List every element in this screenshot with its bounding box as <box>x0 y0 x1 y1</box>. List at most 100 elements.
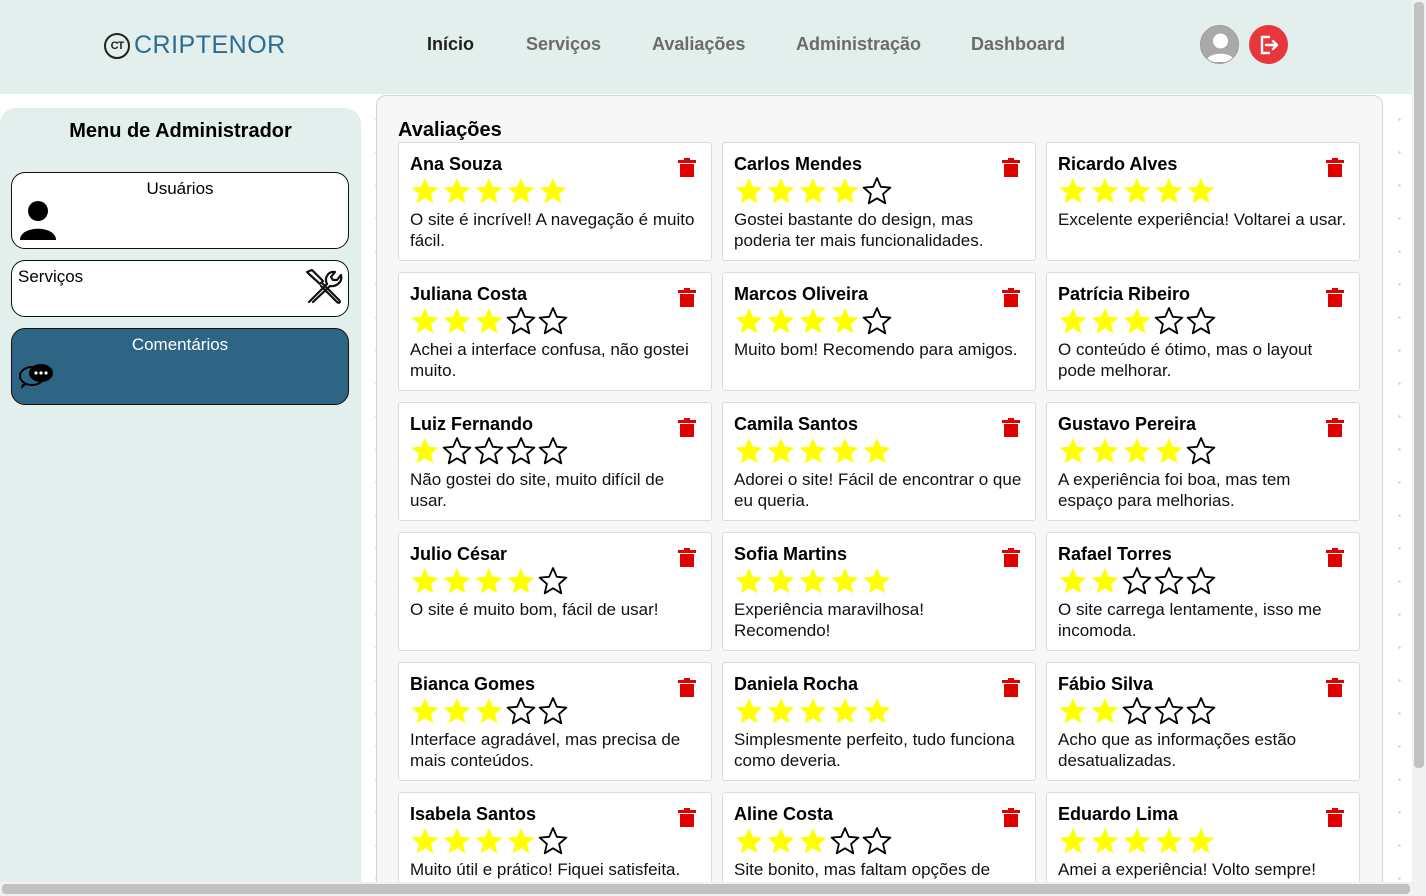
star-filled-icon <box>767 178 795 204</box>
review-card: Luiz Fernando Não gostei do site, muito d… <box>398 402 712 521</box>
review-card: Patrícia Ribeiro O conteúdo é ótimo, mas … <box>1046 272 1360 391</box>
review-comment: Experiência maravilhosa! Recomendo! <box>734 600 924 640</box>
reviewer-name: Ricardo Alves <box>1058 154 1178 174</box>
star-filled-icon <box>475 828 503 854</box>
star-filled-icon <box>1091 828 1119 854</box>
reviewer-name: Juliana Costa <box>410 284 528 304</box>
review-comment: O conteúdo é ótimo, mas o layout pode me… <box>1058 340 1313 380</box>
horizontal-scrollbar[interactable] <box>0 882 1426 896</box>
star-filled-icon <box>767 308 795 334</box>
delete-trash-icon[interactable] <box>677 288 697 308</box>
review-comment: Amei a experiência! Volto sempre! <box>1058 860 1316 879</box>
star-rating <box>410 436 700 466</box>
star-filled-icon <box>539 178 567 204</box>
sidebar-item-label: Usuários <box>146 179 214 198</box>
reviewer-name: Bianca Gomes <box>410 674 536 694</box>
nav-inicio[interactable]: Início <box>427 34 474 55</box>
star-empty-icon <box>506 307 536 335</box>
star-filled-icon <box>735 308 763 334</box>
horizontal-scrollbar-thumb[interactable] <box>2 884 1410 894</box>
delete-trash-icon[interactable] <box>1325 678 1345 698</box>
review-comment: Interface agradável, mas precisa de mais… <box>410 730 681 770</box>
star-empty-icon <box>1154 697 1184 725</box>
star-filled-icon <box>767 568 795 594</box>
star-empty-icon <box>1154 307 1184 335</box>
delete-trash-icon[interactable] <box>677 678 697 698</box>
brand-logo[interactable]: CT CRIPTENOR <box>104 31 286 60</box>
sidebar-item-usuarios[interactable]: Usuários <box>11 172 349 249</box>
star-filled-icon <box>411 178 439 204</box>
user-icon <box>20 201 56 240</box>
delete-trash-icon[interactable] <box>1325 808 1345 828</box>
star-filled-icon <box>1059 308 1087 334</box>
user-avatar-icon[interactable] <box>1200 25 1239 64</box>
star-filled-icon <box>735 438 763 464</box>
logout-icon[interactable] <box>1249 25 1288 64</box>
review-comment: Gostei bastante do design, mas poderia t… <box>734 210 984 250</box>
delete-trash-icon[interactable] <box>677 548 697 568</box>
star-filled-icon <box>411 568 439 594</box>
delete-trash-icon[interactable] <box>1001 158 1021 178</box>
review-comment: O site carrega lentamente, isso me incom… <box>1058 600 1322 640</box>
nav-administracao[interactable]: Administração <box>796 34 921 55</box>
star-empty-icon <box>538 307 568 335</box>
review-comment: A experiência foi boa, mas tem espaço pa… <box>1058 470 1291 510</box>
nav-avaliacoes[interactable]: Avaliações <box>652 34 745 55</box>
delete-trash-icon[interactable] <box>1325 548 1345 568</box>
reviewer-name: Patrícia Ribeiro <box>1058 284 1191 304</box>
star-filled-icon <box>1187 178 1215 204</box>
sidebar-item-comentarios[interactable]: Comentários <box>11 328 349 405</box>
star-empty-icon <box>538 697 568 725</box>
delete-trash-icon[interactable] <box>677 418 697 438</box>
review-card: Eduardo Lima Amei a experiência! Volto se… <box>1046 792 1360 895</box>
star-filled-icon <box>475 698 503 724</box>
star-filled-icon <box>831 308 859 334</box>
delete-trash-icon[interactable] <box>1001 678 1021 698</box>
page-title: Avaliações <box>398 119 502 141</box>
review-comment: Simplesmente perfeito, tudo funciona com… <box>734 730 1015 770</box>
star-filled-icon <box>1059 438 1087 464</box>
star-filled-icon <box>831 178 859 204</box>
sidebar-item-label: Comentários <box>131 335 229 354</box>
star-filled-icon <box>411 438 439 464</box>
reviews-panel: Avaliações Ana Souza O site é incrível! A… <box>376 95 1383 896</box>
delete-trash-icon[interactable] <box>1325 418 1345 438</box>
delete-trash-icon[interactable] <box>1001 418 1021 438</box>
delete-trash-icon[interactable] <box>1001 288 1021 308</box>
review-comment: Site bonito, mas faltam opções de <box>734 860 991 879</box>
star-filled-icon <box>799 568 827 594</box>
nav-dashboard[interactable]: Dashboard <box>971 34 1065 55</box>
star-filled-icon <box>735 568 763 594</box>
reviewer-name: Sofia Martins <box>734 544 848 564</box>
star-filled-icon <box>443 308 471 334</box>
star-empty-icon <box>538 827 568 855</box>
star-filled-icon <box>1155 828 1183 854</box>
review-comment: Excelente experiência! Voltarei a usar. <box>1058 210 1347 229</box>
star-filled-icon <box>831 698 859 724</box>
delete-trash-icon[interactable] <box>1001 808 1021 828</box>
star-rating <box>734 826 1024 856</box>
nav-servicos[interactable]: Serviços <box>526 34 601 55</box>
review-comment: Acho que as informações estão desatualiz… <box>1058 730 1297 770</box>
star-filled-icon <box>1091 568 1119 594</box>
vertical-scrollbar-thumb[interactable] <box>1414 2 1424 768</box>
star-filled-icon <box>1059 568 1087 594</box>
vertical-scrollbar[interactable] <box>1412 0 1426 882</box>
delete-trash-icon[interactable] <box>1325 158 1345 178</box>
star-rating <box>1058 306 1348 336</box>
delete-trash-icon[interactable] <box>677 808 697 828</box>
reviewer-name: Daniela Rocha <box>734 674 859 694</box>
review-card: Sofia Martins Experiência maravilhosa! Re… <box>722 532 1036 651</box>
delete-trash-icon[interactable] <box>677 158 697 178</box>
delete-trash-icon[interactable] <box>1001 548 1021 568</box>
reviewer-name: Aline Costa <box>734 804 834 824</box>
star-filled-icon <box>767 698 795 724</box>
star-filled-icon <box>799 438 827 464</box>
review-card: Juliana Costa Achei a interface confusa, … <box>398 272 712 391</box>
delete-trash-icon[interactable] <box>1325 288 1345 308</box>
star-filled-icon <box>443 828 471 854</box>
reviewer-name: Rafael Torres <box>1058 544 1172 564</box>
star-rating <box>1058 696 1348 726</box>
star-rating <box>1058 176 1348 206</box>
sidebar-item-servicos[interactable]: Serviços <box>11 260 349 317</box>
